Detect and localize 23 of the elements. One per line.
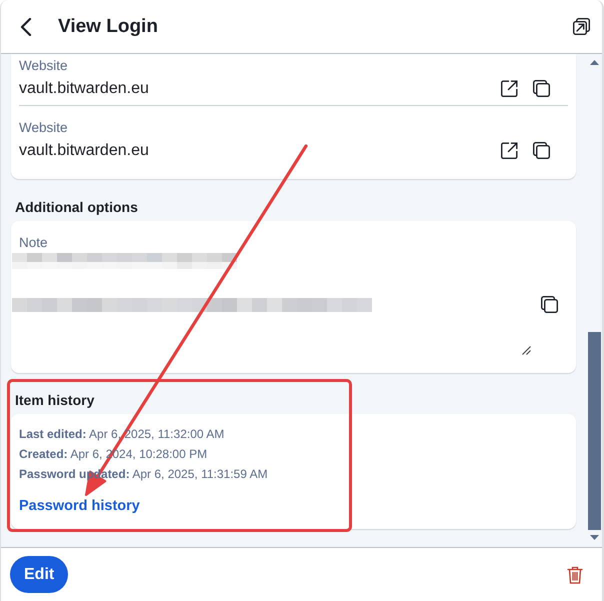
external-link-icon[interactable] bbox=[501, 80, 518, 97]
copy-icon[interactable] bbox=[541, 296, 558, 313]
edit-button[interactable]: Edit bbox=[10, 556, 68, 593]
field-label: Note bbox=[19, 235, 48, 251]
password-history-link[interactable]: Password history bbox=[19, 496, 140, 516]
history-entry: Last edited: Apr 6, 2025, 11:32:00 AM bbox=[19, 426, 224, 443]
scroll-down-icon[interactable] bbox=[590, 535, 598, 540]
copy-icon[interactable] bbox=[533, 80, 550, 97]
scrollbar-thumb[interactable] bbox=[588, 332, 600, 530]
field-label: Website bbox=[19, 120, 68, 136]
popout-icon[interactable] bbox=[573, 18, 590, 35]
section-heading: Additional options bbox=[14, 198, 138, 216]
back-icon[interactable] bbox=[20, 18, 32, 36]
external-link-icon[interactable] bbox=[501, 142, 518, 159]
section-heading: Item history bbox=[14, 391, 94, 409]
scroll-up-icon[interactable] bbox=[590, 60, 598, 65]
window-title: View Login bbox=[58, 16, 159, 38]
website-value: vault.bitwarden.eu bbox=[19, 79, 149, 99]
copy-icon[interactable] bbox=[533, 142, 550, 159]
field-label: Website bbox=[19, 58, 68, 74]
website-value: vault.bitwarden.eu bbox=[19, 141, 149, 161]
resize-handle-icon[interactable] bbox=[522, 346, 531, 355]
trash-icon[interactable] bbox=[567, 566, 583, 584]
